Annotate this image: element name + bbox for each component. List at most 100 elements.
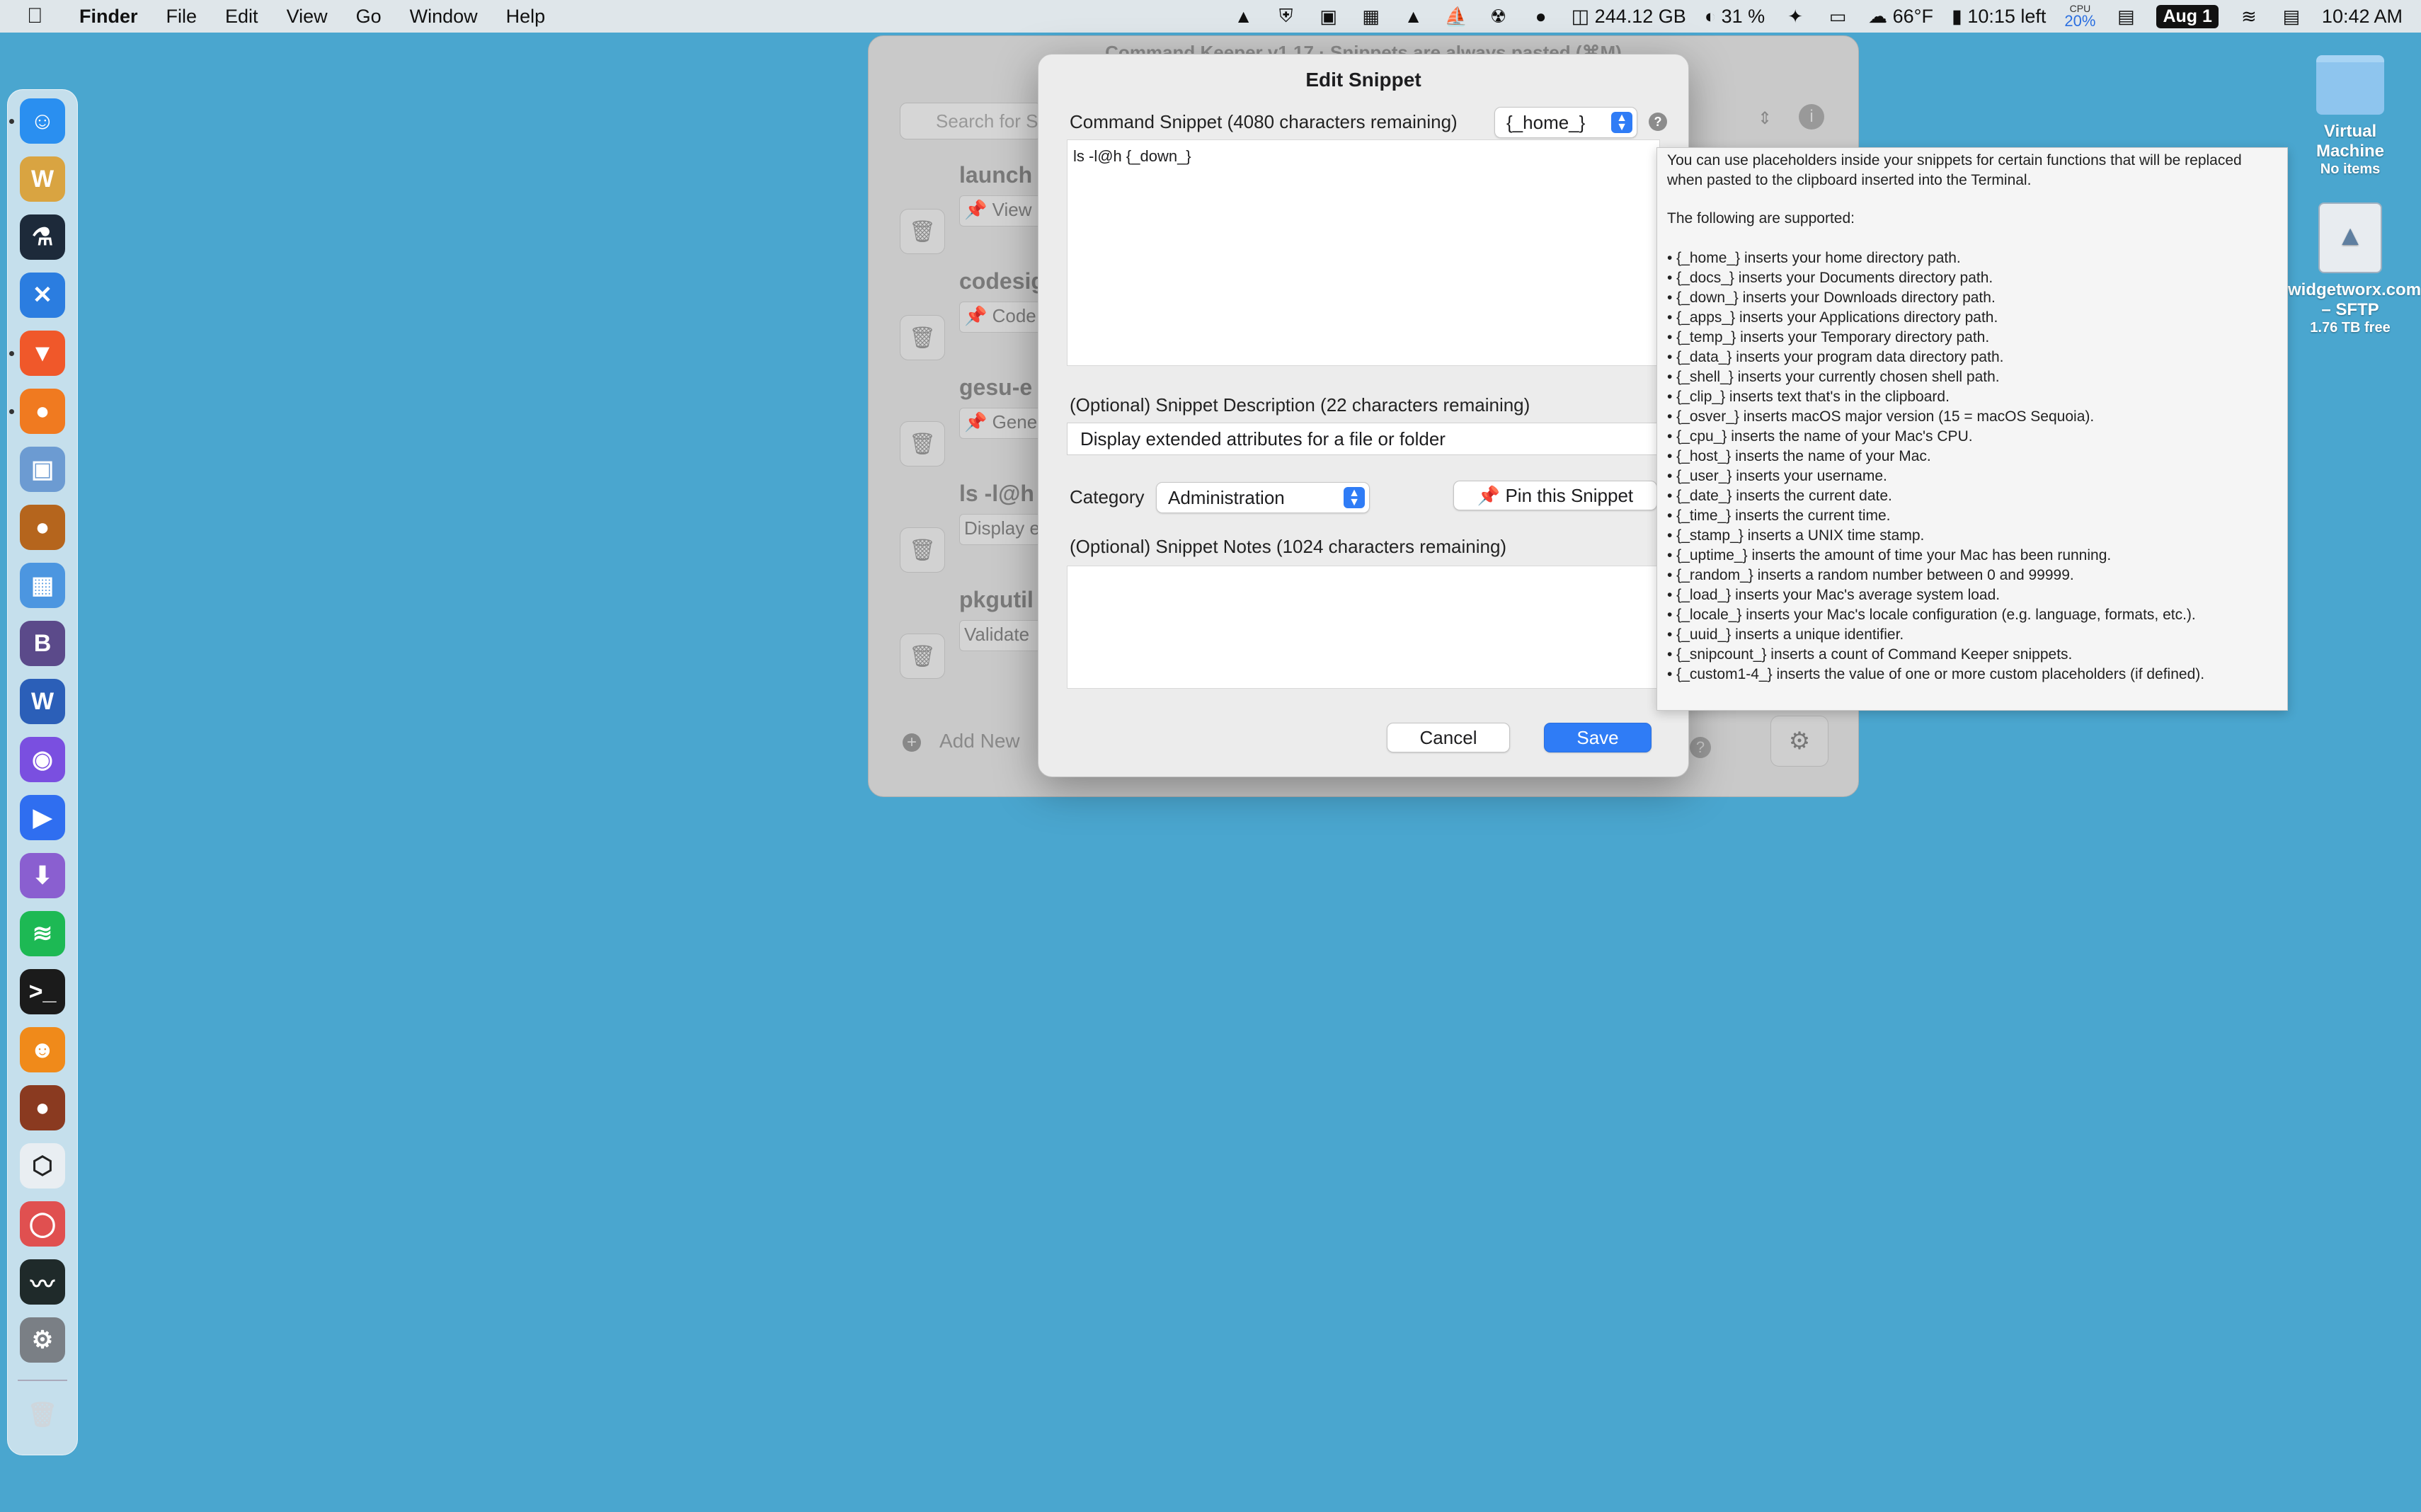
pin-snippet-button[interactable]: 📌 Pin this Snippet — [1453, 481, 1657, 510]
radiation-icon[interactable]: ☢ — [1487, 4, 1511, 28]
coffee-beans-icon[interactable]: ● — [20, 1085, 65, 1130]
screen-capture-icon[interactable]: ▣ — [1317, 4, 1341, 28]
hexagon-app-icon[interactable]: ⬡ — [20, 1143, 65, 1189]
delete-snippet-button[interactable]: 🗑 — [900, 634, 945, 679]
category-label: Category — [1070, 486, 1145, 508]
delete-snippet-button[interactable]: 🗑 — [900, 209, 945, 254]
apple-menu-icon[interactable]:  — [27, 4, 58, 28]
menu-help[interactable]: Help — [506, 6, 546, 28]
drive-status-icon[interactable]: ▲ — [1402, 4, 1426, 28]
desktop-item-sublabel: 1.76 TB free — [2310, 320, 2391, 336]
beta-app-icon[interactable]: ☻ — [20, 1027, 65, 1072]
trash-status-icon[interactable]: ▭ — [1826, 4, 1850, 28]
fire-icon[interactable]: ● — [1529, 4, 1553, 28]
edit-snippet-sheet: Edit Snippet Command Snippet (4080 chara… — [1038, 54, 1689, 777]
settings-gear-button[interactable]: ⚙ — [1770, 716, 1828, 767]
wifi-icon[interactable]: ≋ — [2237, 4, 2261, 28]
placeholder-item: • {_date_} inserts the current date. — [1667, 488, 1892, 504]
notes-editor[interactable] — [1067, 566, 1660, 689]
ring-app-icon[interactable]: ◯ — [20, 1201, 65, 1247]
arc-browser-icon[interactable]: ◉ — [20, 737, 65, 782]
word-processor-icon[interactable]: W — [20, 156, 65, 202]
search-field[interactable]: Search for S — [900, 103, 1043, 139]
placeholder-help-button[interactable]: ? — [1649, 113, 1667, 131]
bbedit-icon[interactable]: B — [20, 621, 65, 666]
stepper-icon[interactable]: ⇕ — [1758, 108, 1772, 129]
cancel-button[interactable]: Cancel — [1387, 723, 1510, 752]
desktop-item-label: widgetworx.com – SFTP — [2288, 280, 2421, 319]
placeholder-item: • {_stamp_} inserts a UNIX time stamp. — [1667, 527, 1925, 544]
placeholder-item: • {_load_} inserts your Mac's average sy… — [1667, 587, 2001, 603]
firefox-icon[interactable]: ● — [20, 389, 65, 434]
placeholder-item: • {_data_} inserts your program data dir… — [1667, 349, 2004, 365]
acorn-icon[interactable]: ● — [20, 505, 65, 550]
lab-flask-icon[interactable]: ⚗ — [20, 214, 65, 260]
placeholder-item: • {_user_} inserts your username. — [1667, 468, 1887, 484]
menu-go[interactable]: Go — [356, 6, 382, 28]
description-label: (Optional) Snippet Description (22 chara… — [1070, 394, 1530, 416]
placeholder-item: • {_random_} inserts a random number bet… — [1667, 567, 2074, 583]
date-badge[interactable]: Aug 1 — [2156, 4, 2219, 28]
boat-icon[interactable]: ⛵ — [1444, 4, 1468, 28]
category-select-value: Administration — [1168, 487, 1285, 508]
help-icon[interactable]: ? — [1690, 737, 1711, 758]
desktop-item-virtual-machine[interactable]: Virtual Machine No items — [2294, 55, 2407, 178]
terminal-icon[interactable]: >_ — [20, 969, 65, 1014]
downloader-icon[interactable]: ⬇ — [20, 853, 65, 898]
photos-app-icon[interactable]: ▦ — [20, 563, 65, 608]
clipboard-icon[interactable]: ▤ — [2114, 4, 2138, 28]
battery-status[interactable]: ▮ 10:15 left — [1952, 6, 2046, 28]
weather-text: 66°F — [1892, 5, 1933, 27]
save-button[interactable]: Save — [1544, 723, 1652, 752]
info-icon[interactable]: i — [1799, 104, 1824, 130]
sparkle-icon[interactable]: ✦ — [1783, 4, 1807, 28]
control-center-icon[interactable]: ▤ — [2279, 4, 2303, 28]
cpu-meter[interactable]: CPU 20% — [2064, 4, 2095, 29]
placeholder-item: • {_temp_} inserts your Temporary direct… — [1667, 329, 1990, 345]
command-snippet-editor[interactable]: ls -l@h {_down_} — [1067, 139, 1660, 366]
shield-icon[interactable]: ⛨ — [1274, 4, 1298, 28]
system-settings-icon[interactable]: ⚙ — [20, 1317, 65, 1363]
drive-icon: ◫ — [1571, 5, 1595, 27]
disk-free-text: 244.12 GB — [1594, 5, 1686, 27]
description-value: Display extended attributes for a file o… — [1080, 428, 1446, 449]
battery-icon: ▮ — [1951, 5, 1968, 27]
delete-snippet-button[interactable]: 🗑 — [900, 315, 945, 360]
media-player-icon[interactable]: ▶ — [20, 795, 65, 840]
placeholder-select[interactable]: {_home_} ▲ ▼ — [1494, 107, 1637, 138]
placeholder-item: • {_home_} inserts your home directory p… — [1667, 250, 1961, 266]
activity-monitor-icon[interactable]: 〰 — [20, 1259, 65, 1305]
spotify-icon[interactable]: ≋ — [20, 911, 65, 956]
app-menu-finder[interactable]: Finder — [79, 6, 138, 28]
placeholder-item: • {_clip_} inserts text that's in the cl… — [1667, 389, 1950, 405]
placeholder-item: • {_docs_} inserts your Documents direct… — [1667, 270, 1993, 286]
select-arrows-icon: ▲ ▼ — [1344, 487, 1365, 508]
menu-view[interactable]: View — [287, 6, 328, 28]
category-select[interactable]: Administration ▲ ▼ — [1156, 482, 1370, 513]
weather-status[interactable]: ☁ 66°F — [1868, 6, 1933, 28]
placeholder-item: • {_cpu_} inserts the name of your Mac's… — [1667, 428, 1973, 445]
search-placeholder: Search for S — [936, 110, 1038, 132]
description-field[interactable]: Display extended attributes for a file o… — [1067, 423, 1660, 455]
trash-icon[interactable]: 🗑 — [20, 1392, 65, 1438]
delete-snippet-button[interactable]: 🗑 — [900, 527, 945, 573]
add-new-button[interactable]: + Add New — [903, 730, 1020, 752]
tools-icon[interactable]: ✕ — [20, 273, 65, 318]
command-snippet-label: Command Snippet (4080 characters remaini… — [1070, 111, 1458, 132]
menu-file[interactable]: File — [166, 6, 198, 28]
progress-ring-icon: ◐ — [1704, 5, 1722, 27]
hat-icon[interactable]: ▲ — [1232, 4, 1256, 28]
desktop-item-sftp-drive[interactable]: ▲ widgetworx.com – SFTP 1.76 TB free — [2288, 202, 2421, 336]
disk-space-status[interactable]: ◫ 244.12 GB — [1572, 6, 1686, 28]
menu-edit[interactable]: Edit — [225, 6, 258, 28]
folder-icon — [2316, 55, 2384, 115]
delete-snippet-button[interactable]: 🗑 — [900, 421, 945, 466]
brave-browser-icon[interactable]: ▼ — [20, 331, 65, 376]
finder-icon[interactable]: ☺ — [20, 98, 65, 144]
cpu-load-status[interactable]: ◐ 31 % — [1705, 6, 1765, 28]
preview-icon[interactable]: ▣ — [20, 447, 65, 492]
scan-icon[interactable]: ▦ — [1359, 4, 1383, 28]
microsoft-word-icon[interactable]: W — [20, 679, 65, 724]
menu-window[interactable]: Window — [410, 6, 478, 28]
menu-clock[interactable]: 10:42 AM — [2322, 6, 2403, 28]
